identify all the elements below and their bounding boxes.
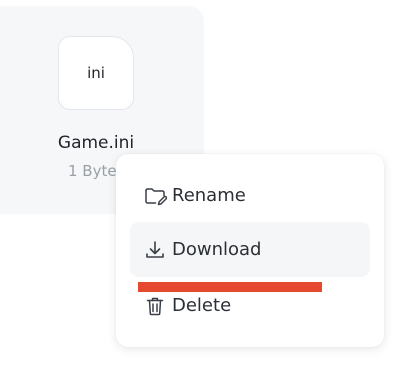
trash-icon — [142, 293, 168, 319]
delete-label: Delete — [172, 295, 232, 316]
file-browser-stage: ini Game.ini 1 Byte Rename Download Dele… — [0, 0, 400, 379]
ini-file-icon[interactable]: ini — [58, 36, 134, 110]
file-name: Game.ini — [57, 133, 135, 153]
folder-edit-icon — [142, 183, 168, 209]
context-menu: Rename Download Delete — [116, 154, 384, 347]
file-size: 1 Byte — [68, 162, 117, 180]
rename-menu-item[interactable]: Rename — [130, 168, 370, 223]
highlight-underline — [138, 282, 322, 292]
download-label: Download — [172, 239, 262, 260]
rename-label: Rename — [172, 185, 246, 206]
file-type-label: ini — [87, 64, 105, 82]
download-icon — [142, 237, 168, 263]
download-menu-item[interactable]: Download — [130, 222, 370, 277]
